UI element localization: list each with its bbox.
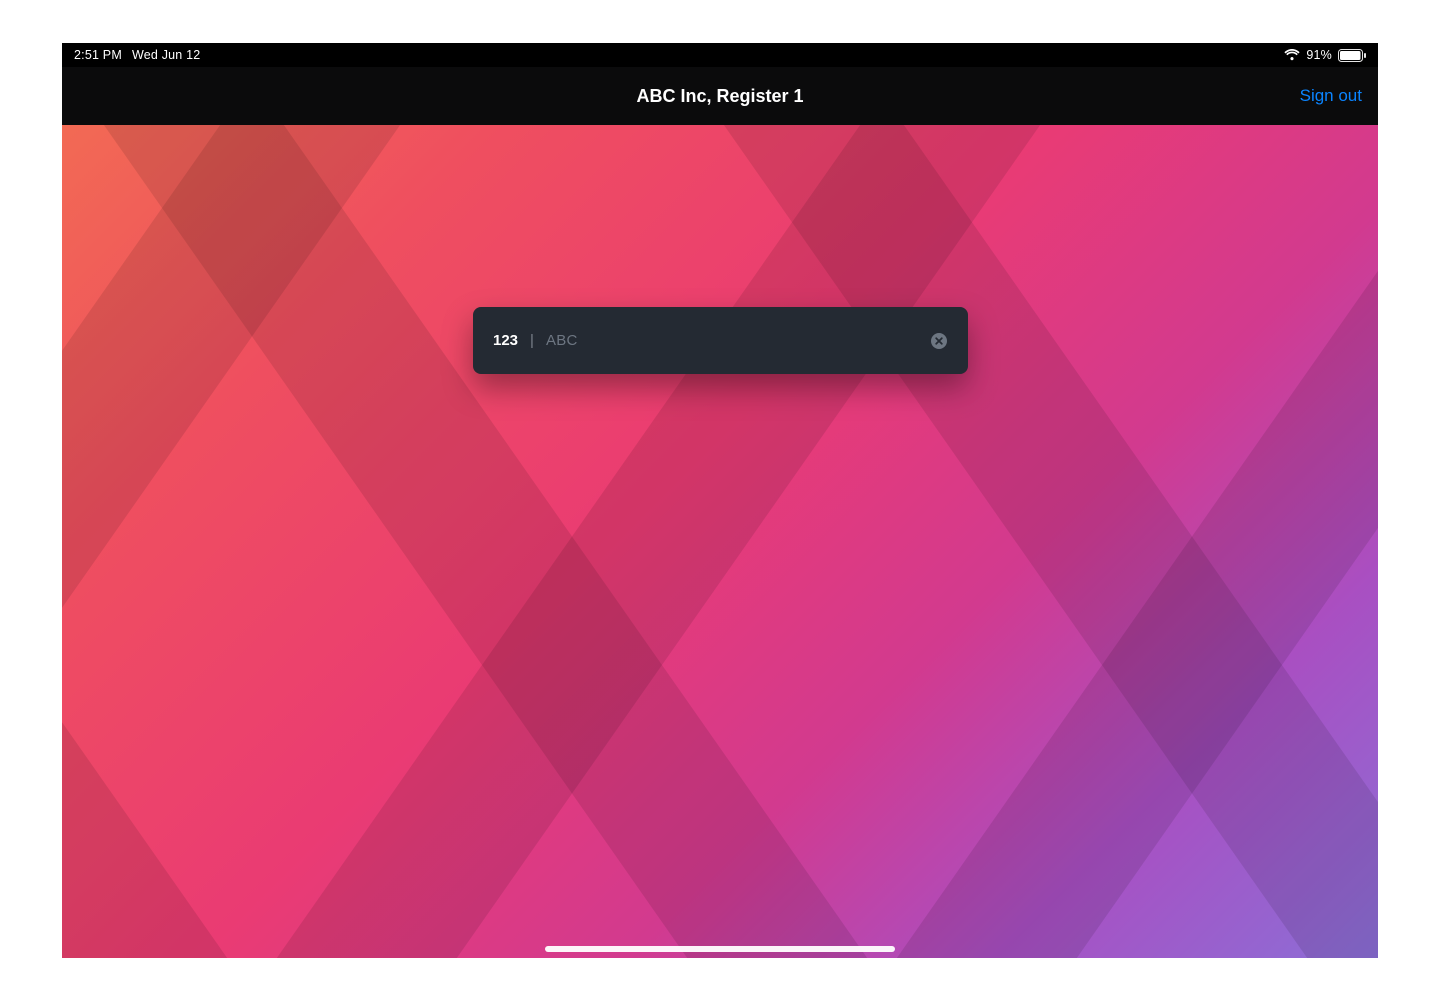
screen: 2:51 PM Wed Jun 12 91% (62, 43, 1378, 958)
sign-out-button[interactable]: Sign out (1300, 86, 1362, 106)
close-circle-icon (931, 333, 947, 349)
clear-input-button[interactable] (930, 332, 948, 350)
pin-input-card[interactable]: 123 | ABC (473, 307, 968, 374)
status-bar: 2:51 PM Wed Jun 12 91% (62, 43, 1378, 67)
keypad-mode-button[interactable]: 123 (493, 332, 518, 349)
home-indicator[interactable] (545, 946, 895, 952)
status-time: 2:51 PM (74, 48, 122, 62)
status-date: Wed Jun 12 (132, 48, 200, 62)
input-separator: | (528, 332, 536, 349)
page-title: ABC Inc, Register 1 (636, 86, 803, 107)
status-battery-pct: 91% (1306, 48, 1332, 62)
pin-input[interactable]: ABC (546, 332, 578, 349)
content-area: 123 | ABC (62, 125, 1378, 958)
wifi-icon (1284, 49, 1300, 61)
background-chevrons (62, 125, 1378, 958)
battery-icon (1338, 49, 1366, 62)
nav-bar: ABC Inc, Register 1 Sign out (62, 67, 1378, 125)
